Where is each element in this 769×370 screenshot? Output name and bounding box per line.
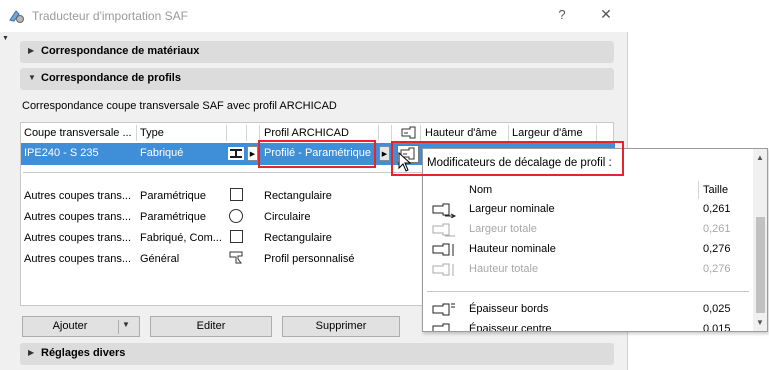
- collapse-arrow-icon: ▼: [28, 73, 36, 82]
- highlight-box-archicad-profile: [258, 140, 376, 168]
- modifier-name: Épaisseur bords: [469, 303, 549, 315]
- section-profile-mapping[interactable]: ▼ Correspondance de profils: [20, 68, 614, 90]
- popup-scrollbar[interactable]: ▲ ▼: [753, 149, 767, 331]
- translator-app-icon: [9, 10, 24, 23]
- modifier-value: 0,025: [703, 303, 731, 315]
- cell-section: Autres coupes trans...: [24, 211, 131, 223]
- modifier-row[interactable]: Hauteur nominale 0,276: [423, 240, 753, 260]
- cell-type: Fabriqué, Com...: [140, 232, 222, 244]
- popup-column-size[interactable]: Taille: [703, 184, 728, 196]
- cell-section: Autres coupes trans...: [24, 232, 131, 244]
- edit-button-label: Editer: [196, 320, 226, 332]
- scroll-up-arrow-icon[interactable]: ▲: [756, 153, 764, 162]
- close-button[interactable]: ✕: [596, 6, 616, 24]
- width-offset-icon: [432, 203, 457, 218]
- delete-button[interactable]: Supprimer: [282, 316, 400, 337]
- profile-picker-arrow-icon[interactable]: ▶: [247, 146, 258, 161]
- button-divider: [118, 320, 119, 334]
- cell-type: Fabriqué: [140, 147, 184, 159]
- modifier-name: Hauteur totale: [469, 263, 539, 275]
- cell-archicad-profile: Circulaire: [264, 211, 311, 223]
- modifier-row[interactable]: Hauteur totale 0,276: [423, 260, 753, 280]
- section-label: Correspondance de profils: [41, 72, 181, 84]
- add-dropdown-arrow-icon[interactable]: ▼: [122, 320, 130, 329]
- profile-mapping-description: Correspondance coupe transversale SAF av…: [22, 100, 337, 112]
- modifier-value: 0,261: [703, 203, 731, 215]
- help-button[interactable]: ?: [552, 7, 572, 25]
- cell-archicad-profile: Profil personnalisé: [264, 253, 355, 265]
- modifier-value: 0,276: [703, 243, 731, 255]
- cell-archicad-profile: Rectangulaire: [264, 232, 332, 244]
- modifier-value: 0,015: [703, 323, 731, 332]
- delete-button-label: Supprimer: [315, 320, 367, 332]
- profile-menu-arrow-icon[interactable]: ▶: [379, 146, 390, 161]
- circle-icon: [229, 209, 243, 223]
- edit-button[interactable]: Editer: [150, 316, 272, 337]
- column-header-section[interactable]: Coupe transversale ...: [24, 123, 136, 143]
- add-button-label: Ajouter: [52, 320, 88, 332]
- modifier-value: 0,261: [703, 223, 731, 235]
- offset-modifier-header-icon: [401, 126, 416, 139]
- column-header-type[interactable]: Type: [140, 123, 164, 143]
- cell-section: Autres coupes trans...: [24, 190, 131, 202]
- cell-type: Général: [140, 253, 180, 265]
- width-offset-icon: [432, 223, 455, 237]
- modifier-name: Hauteur nominale: [469, 243, 556, 255]
- cell-type: Paramétrique: [140, 190, 207, 202]
- cell-section: Autres coupes trans...: [24, 253, 131, 265]
- height-offset-icon: [432, 243, 454, 256]
- column-header-web-width[interactable]: Largeur d'âme: [512, 123, 583, 143]
- modifier-name: Largeur nominale: [469, 203, 555, 215]
- cell-type: Paramétrique: [140, 211, 207, 223]
- modifier-group-divider: [427, 291, 749, 292]
- section-label: Correspondance de matériaux: [41, 45, 200, 57]
- scroll-down-arrow-icon[interactable]: ▼: [756, 318, 764, 327]
- cell-archicad-profile: Rectangulaire: [264, 190, 332, 202]
- popup-column-name[interactable]: Nom: [469, 184, 492, 196]
- section-material-mapping[interactable]: ▶ Correspondance de matériaux: [20, 41, 614, 63]
- window-menu-marker[interactable]: ▼: [2, 35, 9, 42]
- mouse-pointer-icon: [398, 152, 412, 172]
- modifier-row[interactable]: Épaisseur bords 0,025: [423, 300, 753, 320]
- web-thickness-icon: [432, 323, 450, 331]
- modifier-name: Épaisseur centre: [469, 323, 552, 332]
- modifier-row[interactable]: Largeur nominale 0,261: [423, 200, 753, 220]
- column-header-web-height[interactable]: Hauteur d'âme: [425, 123, 497, 143]
- height-offset-icon: [432, 263, 454, 276]
- scroll-thumb[interactable]: [756, 217, 765, 313]
- title-bar: Traducteur d'importation SAF ? ✕: [0, 0, 628, 32]
- custom-profile-icon: [229, 251, 243, 264]
- modifier-row[interactable]: Épaisseur centre 0,015: [423, 320, 753, 332]
- square-icon: [230, 188, 243, 201]
- section-misc-settings[interactable]: ▶ Réglages divers: [20, 343, 614, 365]
- section-label: Réglages divers: [41, 347, 126, 359]
- modifier-row[interactable]: Largeur totale 0,261: [423, 220, 753, 240]
- window-title: Traducteur d'importation SAF: [32, 9, 188, 23]
- modifier-name: Largeur totale: [469, 223, 537, 235]
- expand-arrow-icon: ▶: [28, 348, 35, 357]
- cell-section: IPE240 - S 235: [24, 147, 99, 159]
- modifier-value: 0,276: [703, 263, 731, 275]
- highlight-box-offset-modifiers: [391, 141, 624, 176]
- i-beam-icon: [228, 147, 244, 160]
- expand-arrow-icon: ▶: [28, 46, 35, 55]
- flange-thickness-icon: [432, 303, 455, 316]
- square-icon: [230, 230, 243, 243]
